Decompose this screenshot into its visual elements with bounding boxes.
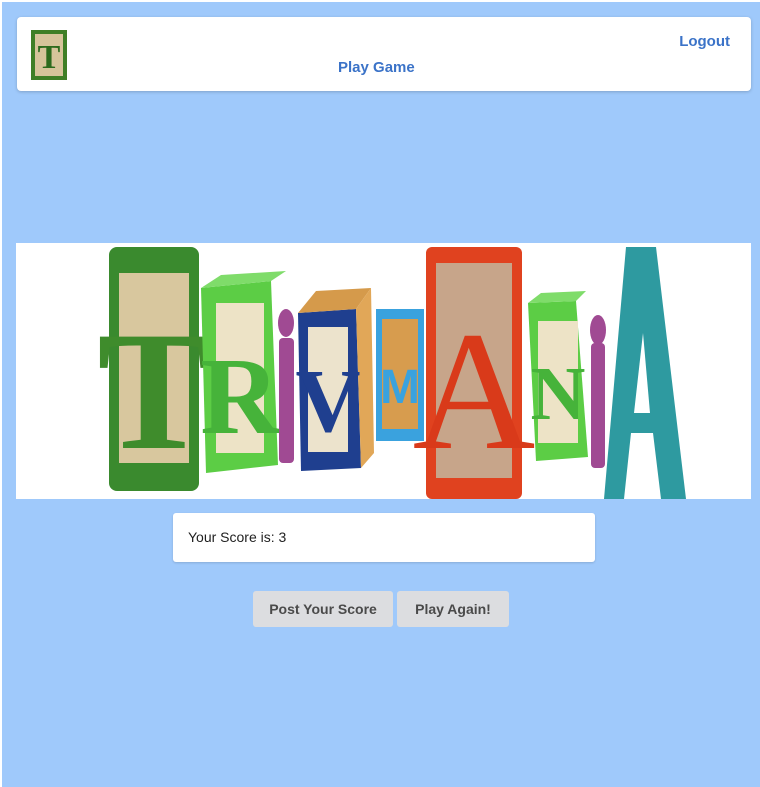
trivmania-logo-image: T R V M A N	[97, 247, 686, 499]
logo-icon[interactable]: T	[31, 30, 67, 80]
letter-block-t: T	[97, 247, 211, 491]
letter-block-r: R	[200, 271, 286, 473]
letter-block-v: V	[296, 288, 374, 471]
logo-letter: T	[38, 39, 61, 76]
page-background: T Logout Play Game T R V M A N Your Scor…	[2, 2, 760, 787]
logout-link[interactable]: Logout	[679, 33, 730, 50]
letter-block-n: N	[528, 291, 588, 461]
svg-text:V: V	[296, 352, 361, 451]
top-navbar: T Logout Play Game	[17, 17, 751, 91]
play-again-button[interactable]: Play Again!	[397, 591, 509, 627]
svg-text:N: N	[531, 352, 586, 436]
letter-i-purple	[278, 309, 294, 463]
letter-block-a-red: A	[413, 247, 536, 499]
score-display: Your Score is: 3	[173, 513, 595, 562]
play-game-link[interactable]: Play Game	[338, 59, 415, 76]
trivmania-banner: T R V M A N	[16, 243, 751, 499]
letter-i-purple-2	[590, 315, 606, 468]
svg-text:R: R	[200, 335, 281, 457]
letter-a-teal	[604, 247, 686, 499]
post-score-button[interactable]: Post Your Score	[253, 591, 393, 627]
svg-text:A: A	[413, 297, 536, 485]
svg-text:T: T	[97, 297, 210, 485]
